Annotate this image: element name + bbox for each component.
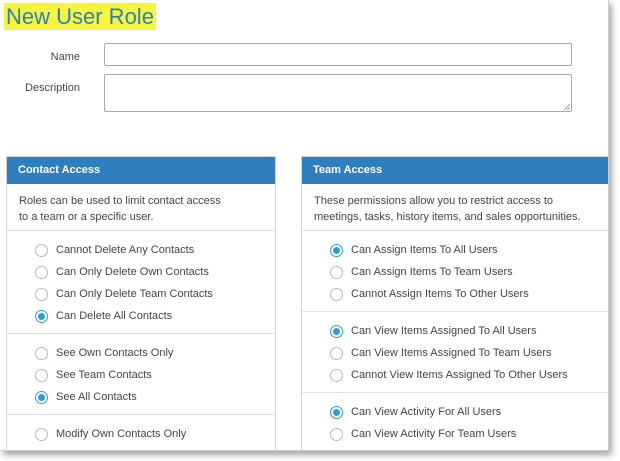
radio-option-label: Can Assign Items To Team Users	[351, 266, 513, 278]
radio-unselected-icon[interactable]	[35, 243, 48, 257]
radio-option-label: Can Only Delete Team Contacts	[56, 288, 213, 300]
radio-option[interactable]: Can View Items Assigned To All Users	[302, 320, 608, 342]
contact-access-description-line: to a team or a specific user.	[19, 211, 154, 223]
radio-option-label: Can Assign Items To All Users	[351, 244, 498, 256]
radio-group: Can Assign Items To All Users Can Assign …	[302, 231, 608, 312]
radio-selected-icon[interactable]	[330, 243, 343, 257]
description-label: Description	[24, 82, 80, 94]
team-access-description-line: meetings, tasks, history items, and sale…	[314, 211, 581, 223]
radio-option-label: Can View Activity For All Users	[351, 406, 502, 418]
radio-option[interactable]: Can View Activity For Team Users	[302, 423, 608, 445]
radio-group: Cannot Delete Any Contacts Can Only Delet…	[7, 231, 275, 334]
contact-access-panel: Contact Access Roles can be used to limi…	[6, 156, 276, 450]
radio-option[interactable]: Can View Items Assigned To Team Users	[302, 342, 608, 364]
radio-option[interactable]: Can View Activity For All Users	[302, 401, 608, 423]
radio-option-label: Cannot Assign Items To Other Users	[351, 288, 529, 300]
radio-option-label: Can Delete All Contacts	[56, 310, 173, 322]
radio-option[interactable]: See Own Contacts Only	[7, 342, 275, 364]
name-label: Name	[50, 51, 80, 63]
radio-option[interactable]: Cannot Assign Items To Other Users	[302, 283, 608, 305]
radio-option[interactable]: Can Assign Items To All Users	[302, 239, 608, 261]
contact-access-header: Contact Access	[7, 157, 275, 184]
radio-unselected-icon[interactable]	[330, 287, 343, 301]
radio-option-label: Cannot View Items Assigned To Other User…	[351, 369, 568, 381]
name-input[interactable]	[104, 43, 572, 66]
team-access-description-line: These permissions allow you to restrict …	[314, 195, 554, 207]
radio-option-label: See Team Contacts	[56, 369, 152, 381]
resize-grip-icon[interactable]	[563, 103, 570, 110]
radio-unselected-icon[interactable]	[35, 346, 48, 360]
radio-option[interactable]: Can Assign Items To Team Users	[302, 261, 608, 283]
radio-option[interactable]: Cannot View Items Assigned To Other User…	[302, 364, 608, 386]
team-access-header: Team Access	[302, 157, 608, 184]
contact-access-description-line: Roles can be used to limit contact acces…	[19, 195, 221, 207]
radio-unselected-icon[interactable]	[330, 346, 343, 360]
radio-unselected-icon[interactable]	[330, 265, 343, 279]
radio-option[interactable]: Can Only Delete Own Contacts	[7, 261, 275, 283]
radio-selected-icon[interactable]	[330, 324, 343, 338]
radio-group: Can View Items Assigned To All Users Can …	[302, 312, 608, 393]
radio-selected-icon[interactable]	[330, 405, 343, 419]
team-access-groups: Can Assign Items To All Users Can Assign …	[302, 231, 608, 450]
radio-selected-icon[interactable]	[35, 309, 48, 323]
description-textarea[interactable]	[104, 74, 572, 112]
radio-option-label: Cannot Delete Any Contacts	[56, 244, 195, 256]
radio-option-label: Modify Own Contacts Only	[56, 428, 187, 440]
radio-option[interactable]: See All Contacts	[7, 386, 275, 408]
page-title: New User Role	[4, 3, 156, 30]
team-access-description: These permissions allow you to restrict …	[302, 184, 608, 231]
radio-group: Can View Activity For All Users Can View …	[302, 393, 608, 450]
radio-unselected-icon[interactable]	[35, 427, 48, 441]
radio-unselected-icon[interactable]	[330, 368, 343, 382]
radio-group: See Own Contacts Only See Team Contacts Se…	[7, 334, 275, 415]
radio-unselected-icon[interactable]	[35, 265, 48, 279]
contact-access-groups: Cannot Delete Any Contacts Can Only Delet…	[7, 231, 275, 450]
radio-unselected-icon[interactable]	[35, 287, 48, 301]
radio-unselected-icon[interactable]	[330, 427, 343, 441]
radio-selected-icon[interactable]	[35, 390, 48, 404]
radio-option-label: See All Contacts	[56, 391, 137, 403]
radio-option[interactable]: Modify Own Contacts Only	[7, 423, 275, 445]
team-access-panel: Team Access These permissions allow you …	[301, 156, 608, 450]
radio-option[interactable]: Can Delete All Contacts	[7, 305, 275, 327]
radio-group: Modify Own Contacts Only	[7, 415, 275, 450]
dialog-frame: New User Role Name Description Contact A…	[0, 0, 609, 451]
contact-access-description: Roles can be used to limit contact acces…	[7, 184, 275, 231]
radio-option[interactable]: Can Only Delete Team Contacts	[7, 283, 275, 305]
radio-option[interactable]: See Team Contacts	[7, 364, 275, 386]
radio-option[interactable]: Cannot Delete Any Contacts	[7, 239, 275, 261]
radio-option-label: Can View Items Assigned To Team Users	[351, 347, 552, 359]
radio-unselected-icon[interactable]	[35, 368, 48, 382]
radio-option-label: Can View Items Assigned To All Users	[351, 325, 537, 337]
radio-option-label: Can View Activity For Team Users	[351, 428, 517, 440]
radio-option-label: Can Only Delete Own Contacts	[56, 266, 209, 278]
radio-option-label: See Own Contacts Only	[56, 347, 174, 359]
